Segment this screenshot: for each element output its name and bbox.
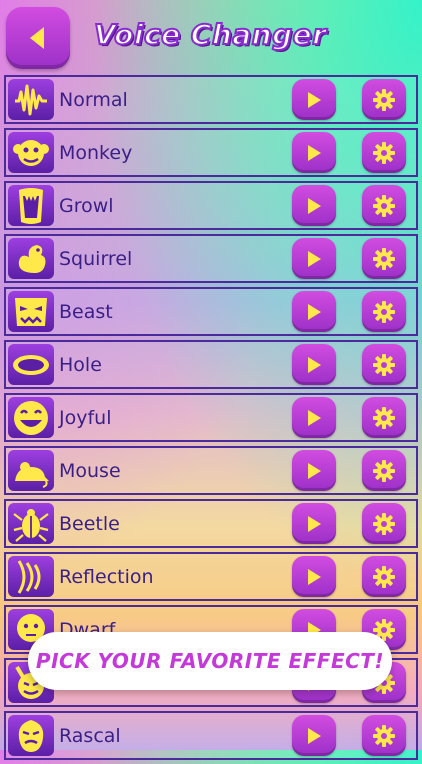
- effect-row-mouse[interactable]: Mouse: [4, 446, 418, 495]
- play-icon: [308, 303, 321, 320]
- gear-icon: [373, 724, 395, 747]
- effect-label: Mouse: [59, 460, 121, 482]
- settings-button[interactable]: [362, 291, 406, 332]
- effect-label: Beast: [59, 301, 113, 323]
- gear-icon: [373, 300, 395, 323]
- play-button[interactable]: [292, 450, 336, 491]
- effect-thumbnail: [8, 185, 54, 226]
- promo-banner: PICK YOUR FAVORITE EFFECT!: [28, 632, 392, 690]
- gear-icon: [373, 141, 395, 164]
- gear-icon: [373, 512, 395, 535]
- effect-thumbnail: [8, 397, 54, 438]
- growl-mouth-icon: [19, 187, 43, 224]
- play-button[interactable]: [292, 291, 336, 332]
- play-icon: [308, 727, 321, 744]
- effect-label: Growl: [59, 195, 114, 217]
- gear-icon: [373, 565, 395, 588]
- effect-row-normal[interactable]: Normal: [4, 75, 418, 124]
- effect-row-squirrel[interactable]: Squirrel: [4, 234, 418, 283]
- play-icon: [308, 356, 321, 373]
- gear-icon: [373, 247, 395, 270]
- settings-button[interactable]: [362, 450, 406, 491]
- settings-button[interactable]: [362, 79, 406, 120]
- effect-label: Monkey: [59, 142, 133, 164]
- play-button[interactable]: [292, 238, 336, 279]
- effect-row-growl[interactable]: Growl: [4, 181, 418, 230]
- effect-thumbnail: [8, 238, 54, 279]
- effect-row-joyful[interactable]: Joyful: [4, 393, 418, 442]
- play-icon: [308, 144, 321, 161]
- play-icon: [308, 409, 321, 426]
- effect-row-rascal[interactable]: Rascal: [4, 711, 418, 760]
- header: Voice Changer: [0, 0, 422, 74]
- effect-row-beast[interactable]: Beast: [4, 287, 418, 336]
- effect-thumbnail: [8, 344, 54, 385]
- play-button[interactable]: [292, 132, 336, 173]
- effect-thumbnail: [8, 503, 54, 544]
- play-icon: [308, 250, 321, 267]
- effect-label: Joyful: [59, 407, 112, 429]
- play-icon: [308, 91, 321, 108]
- effect-label: Beetle: [59, 513, 120, 535]
- gear-icon: [373, 88, 395, 111]
- gear-icon: [373, 194, 395, 217]
- settings-button[interactable]: [362, 556, 406, 597]
- beast-face-icon: [15, 297, 47, 326]
- effect-thumbnail: [8, 556, 54, 597]
- play-icon: [308, 197, 321, 214]
- joyful-face-icon: [14, 400, 48, 435]
- play-icon: [308, 568, 321, 585]
- effect-label: Hole: [59, 354, 102, 376]
- effect-thumbnail: [8, 450, 54, 491]
- effect-thumbnail: [8, 79, 54, 120]
- beetle-icon: [13, 508, 49, 542]
- play-button[interactable]: [292, 344, 336, 385]
- back-button[interactable]: [6, 7, 70, 69]
- settings-button[interactable]: [362, 344, 406, 385]
- effect-label: Squirrel: [59, 248, 133, 270]
- mouse-icon: [15, 461, 49, 488]
- play-button[interactable]: [292, 503, 336, 544]
- play-button[interactable]: [292, 79, 336, 120]
- settings-button[interactable]: [362, 185, 406, 226]
- play-button[interactable]: [292, 185, 336, 226]
- gear-icon: [373, 406, 395, 429]
- settings-button[interactable]: [362, 397, 406, 438]
- effect-label: Reflection: [59, 566, 154, 588]
- waveform-icon: [15, 84, 47, 115]
- effect-row-reflection[interactable]: Reflection: [4, 552, 418, 601]
- play-icon: [308, 515, 321, 532]
- settings-button[interactable]: [362, 503, 406, 544]
- effect-thumbnail: [8, 132, 54, 173]
- effect-row-monkey[interactable]: Monkey: [4, 128, 418, 177]
- gear-icon: [373, 353, 395, 376]
- settings-button[interactable]: [362, 238, 406, 279]
- effect-thumbnail: [8, 291, 54, 332]
- back-arrow-icon: [30, 27, 44, 49]
- monkey-icon: [13, 139, 49, 166]
- hole-icon: [13, 354, 49, 375]
- banner-text: PICK YOUR FAVORITE EFFECT!: [35, 649, 385, 673]
- reflection-icon: [17, 559, 41, 594]
- effect-row-beetle[interactable]: Beetle: [4, 499, 418, 548]
- gear-icon: [373, 459, 395, 482]
- play-button[interactable]: [292, 397, 336, 438]
- play-icon: [308, 462, 321, 479]
- settings-button[interactable]: [362, 132, 406, 173]
- effect-row-hole[interactable]: Hole: [4, 340, 418, 389]
- effect-label: Normal: [59, 89, 128, 111]
- page-title: Voice Changer: [93, 17, 327, 52]
- effect-label: Rascal: [59, 725, 121, 747]
- play-button[interactable]: [292, 556, 336, 597]
- squirrel-icon: [18, 244, 46, 273]
